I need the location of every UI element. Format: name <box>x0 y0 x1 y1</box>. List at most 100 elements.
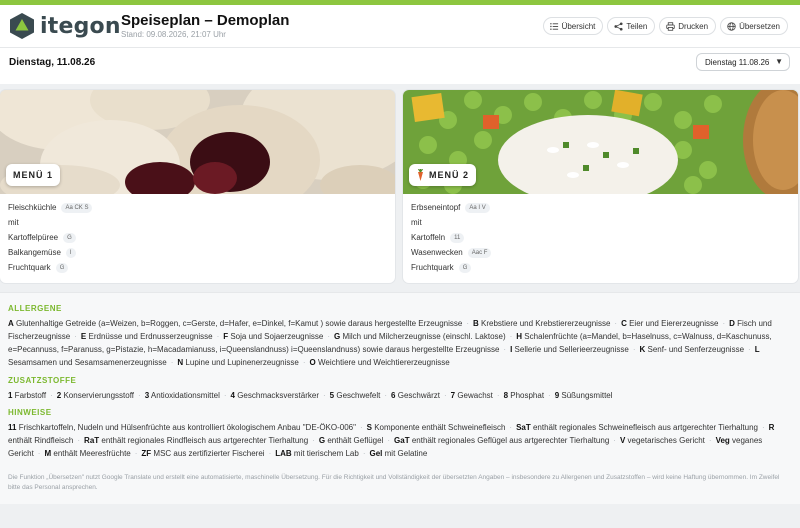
translate-button[interactable]: Übersetzen <box>720 17 788 35</box>
legend-text: enthält Geflügel <box>325 436 384 445</box>
dish-name: Fruchtquark <box>411 263 454 272</box>
legend-entry: 9 Süßungsmittel <box>555 391 613 400</box>
allergen-tag: I <box>65 247 76 258</box>
legend-entry: 3 Antioxidationsmittel <box>145 391 220 400</box>
day-select[interactable]: Dienstag 11.08.26 ▼ <box>696 53 790 71</box>
translation-disclaimer: Die Funktion „Übersetzen" nutzt Google T… <box>8 474 780 491</box>
menu-1-dishes: Fleischküchle Aa CK S mit Kartoffelpüree G… <box>8 200 93 275</box>
legend-entry: A Glutenhaltige Getreide (a=Weizen, b=Ro… <box>8 319 462 328</box>
dish-name: mit <box>411 218 422 227</box>
separator-dot: · <box>268 449 272 458</box>
legend-entry: E Erdnüsse und Erdnusserzeugnisse <box>81 332 213 341</box>
legend-entry: Gel mit Gelatine <box>370 449 428 458</box>
legend-text: vegetarisches Gericht <box>625 436 705 445</box>
legend-entry: N Lupine und Lupinenerzeugnisse <box>177 358 298 367</box>
legend-code: Veg <box>715 436 730 445</box>
list-icon <box>549 22 558 30</box>
legend-entry: 4 Geschmacksverstärker <box>231 391 319 400</box>
legend-text: enthält Rindfleisch <box>8 436 74 445</box>
legend-text: Glutenhaltige Getreide (a=Weizen, b=Rogg… <box>13 319 463 328</box>
separator-dot: · <box>134 449 138 458</box>
allergens-title: ALLERGENE <box>8 304 62 313</box>
legend-text: Süßungsmittel <box>559 391 613 400</box>
legend-text: Geschwefelt <box>334 391 381 400</box>
list-item: Fleischküchle Aa CK S <box>8 200 93 215</box>
separator-dot: · <box>503 345 507 354</box>
legend-text: mit Gelatine <box>382 449 428 458</box>
legend-entry: G enthält Geflügel <box>319 436 384 445</box>
legend-code: ZF <box>141 449 152 458</box>
legend-code: R <box>768 423 775 432</box>
logo-text: itegon <box>40 13 121 39</box>
list-item: Fruchtquark G <box>411 260 491 275</box>
separator-dot: · <box>613 436 616 445</box>
print-label: Drucken <box>678 21 709 31</box>
print-button[interactable]: Drucken <box>659 17 717 35</box>
legend-entry: 2 Konservierungsstoff <box>57 391 134 400</box>
page-title: Speiseplan – Demoplan <box>121 12 290 29</box>
legend-text: Eier und Eiererzeugnisse <box>626 319 719 328</box>
menu-card-1: MENÜ 1 Fleischküchle Aa CK S mit Kartoffe… <box>0 90 395 283</box>
legend-text: mit tierischem Lab <box>291 449 359 458</box>
legend-entry: GaT enthält regionales Geflügel aus artg… <box>394 436 609 445</box>
menu-1-badge: MENÜ 1 <box>6 164 61 186</box>
separator-dot: · <box>509 332 513 341</box>
separator-dot: · <box>384 391 388 400</box>
legend-text: Konservierungsstoff <box>61 391 135 400</box>
legend-entry: 8 Phosphat <box>504 391 544 400</box>
day-select-value: Dienstag 11.08.26 <box>705 57 770 67</box>
legend-entry: K Senf- und Senferzeugnisse <box>640 345 745 354</box>
legend-entry: 7 Gewachst <box>451 391 493 400</box>
dish-name: mit <box>8 218 19 227</box>
legend-code: Gel <box>369 449 383 458</box>
logo-hexagon-icon <box>10 13 34 39</box>
list-item: Wasenwecken Aac F <box>411 245 492 260</box>
menu-2-badge: MENÜ 2 <box>409 164 477 186</box>
allergen-tag: Aac F <box>467 247 492 258</box>
legend-entry: SaT enthält regionales Schweinefleisch a… <box>516 423 758 432</box>
allergen-tag: G <box>458 262 472 273</box>
allergen-tag: G <box>63 232 76 243</box>
overview-button[interactable]: Übersicht <box>542 17 604 35</box>
legend-entry: V vegetarisches Gericht <box>620 436 705 445</box>
legend-text: MSC aus zertifizierter Fischerei <box>151 449 265 458</box>
legend-text: Milch und Milcherzeugnisse (einschl. Lak… <box>340 332 506 341</box>
separator-dot: · <box>74 332 77 341</box>
legend-text: Geschwärzt <box>395 391 440 400</box>
legend-entry: G Milch und Milcherzeugnisse (einschl. L… <box>334 332 506 341</box>
dish-name: Fruchtquark <box>8 263 51 272</box>
separator-dot: · <box>323 391 326 400</box>
separator-dot: · <box>138 391 141 400</box>
legend-text: Komponente enthält Schweinefleisch <box>371 423 506 432</box>
list-item: Fruchtquark G <box>8 260 92 275</box>
separator-dot: · <box>327 332 330 341</box>
header-divider <box>0 47 800 48</box>
dish-name: Fleischküchle <box>8 203 57 212</box>
legend-entry: O Weichtiere und Weichtiererzeugnisse <box>310 358 450 367</box>
legend-entry: RaT enthält regionales Rindfleisch aus a… <box>84 436 308 445</box>
separator-dot: · <box>216 332 220 341</box>
share-button[interactable]: Teilen <box>607 17 656 35</box>
list-item: mit <box>411 215 491 230</box>
separator-dot: · <box>466 319 469 328</box>
legend-text: enthält regionales Schweinefleisch aus a… <box>530 423 758 432</box>
list-item: mit <box>8 215 92 230</box>
legend-code: RaT <box>84 436 100 445</box>
legend-entry: C Eier und Eiererzeugnisse <box>621 319 718 328</box>
dish-name: Balkangemüse <box>8 248 61 257</box>
separator-dot: · <box>302 358 306 367</box>
allergen-tag: G <box>55 262 69 273</box>
dish-name: Erbseneintopf <box>411 203 461 212</box>
separator-dot: · <box>722 319 726 328</box>
legend-text: enthält regionales Rindfleisch aus artge… <box>99 436 309 445</box>
legend-entry: 5 Geschwefelt <box>330 391 381 400</box>
dish-name: Kartoffeln <box>411 233 446 242</box>
allergen-tag: Aa I V <box>465 202 490 213</box>
separator-dot: · <box>443 391 447 400</box>
globe-icon <box>727 21 736 31</box>
logo[interactable]: itegon <box>9 12 121 40</box>
dish-name: Wasenwecken <box>411 248 463 257</box>
legend-text: Sellerie und Sellerieerzeugnisse <box>512 345 629 354</box>
legend-text: Gewachst <box>455 391 493 400</box>
separator-dot: · <box>312 436 315 445</box>
